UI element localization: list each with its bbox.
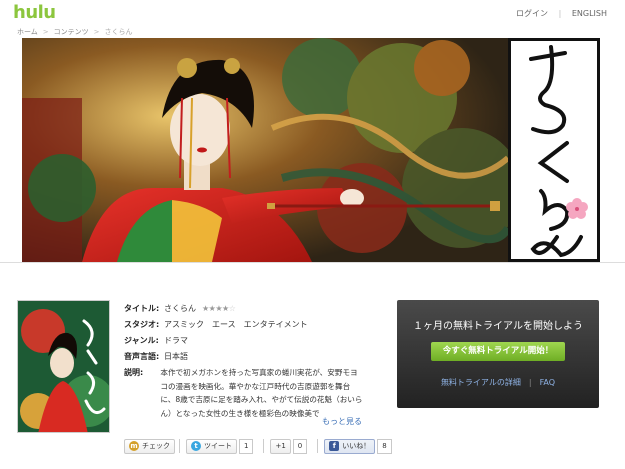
description-label: 説明: [124, 368, 144, 377]
audio-label: 音声言語: [124, 351, 160, 361]
title-value: さくらん [164, 303, 196, 313]
hero-image [22, 38, 508, 262]
breadcrumb-home[interactable]: ホーム [17, 28, 38, 36]
star-icon: ★★★★ [202, 303, 229, 313]
genre-row: ジャンル: ドラマ [124, 332, 364, 348]
gplus-label: +1 [275, 442, 286, 450]
audio-value: 日本語 [164, 351, 188, 361]
like-count: 8 [377, 438, 392, 454]
audio-row: 音声言語: 日本語 [124, 348, 364, 364]
studio-label: スタジオ: [124, 319, 160, 329]
title-label: タイトル: [124, 303, 160, 313]
gplus-button[interactable]: +1 [270, 438, 291, 454]
description-row: 説明: 本作で初メガホンを持った写真家の蜷川実花が、安野モヨコの漫画を映画化。華… [124, 366, 364, 421]
breadcrumb-content[interactable]: コンテンツ [54, 28, 89, 36]
description-text: 本作で初メガホンを持った写真家の蜷川実花が、安野モヨコの漫画を映画化。華やかな江… [160, 368, 363, 418]
free-trial-box: １ヶ月の無料トライアルを開始しよう 今すぐ無料トライアル開始！ 無料トライアルの… [397, 300, 599, 408]
check-label: チェック [142, 442, 170, 450]
login-link[interactable]: ログイン [516, 8, 548, 19]
divider [317, 439, 319, 453]
title-details: タイトル: さくらん ★★★★☆ スタジオ: アスミック エース エンタテイメン… [124, 300, 364, 421]
divider [179, 439, 180, 453]
start-trial-button[interactable]: 今すぐ無料トライアル開始！ [431, 342, 565, 361]
more-link[interactable]: もっと見る [322, 416, 362, 427]
breadcrumb-separator: > [42, 28, 49, 36]
header-nav: ログイン | ENGLISH [516, 8, 607, 19]
hero-banner [22, 38, 600, 262]
language-link[interactable]: ENGLISH [572, 9, 607, 18]
rating-stars[interactable]: ★★★★☆ [202, 303, 236, 313]
studio-row: スタジオ: アスミック エース エンタテイメント [124, 316, 364, 332]
trial-details-link[interactable]: 無料トライアルの詳細 [441, 378, 521, 387]
gplus-count: 0 [292, 438, 308, 454]
facebook-like-button[interactable]: f いいね！ [324, 438, 376, 454]
trial-heading: １ヶ月の無料トライアルを開始しよう [413, 321, 583, 332]
nav-separator: | [558, 9, 562, 18]
breadcrumb: ホーム > コンテンツ > さくらん [17, 27, 133, 37]
divider [263, 439, 265, 453]
star-empty-icon: ☆ [228, 303, 236, 313]
site-header: hulu ログイン | ENGLISH [0, 0, 625, 24]
tweet-label: ツイート [204, 442, 232, 450]
hulu-logo[interactable]: hulu [13, 2, 56, 23]
social-bar: m チェック t ツイート 1 +1 0 f いいね！ 8 [124, 437, 402, 455]
title-row: タイトル: さくらん ★★★★☆ [124, 300, 364, 316]
tweet-button[interactable]: t ツイート [186, 438, 237, 454]
trial-links: 無料トライアルの詳細 | FAQ [397, 377, 599, 388]
poster-thumbnail[interactable] [17, 300, 110, 433]
facebook-icon: f [329, 441, 340, 451]
poster-image [18, 301, 109, 432]
calligraphy-logo [529, 45, 588, 258]
studio-value: アスミック エース エンタテイメント [164, 319, 308, 329]
genre-label: ジャンル: [124, 335, 159, 345]
mixi-icon: m [129, 441, 139, 451]
breadcrumb-separator: > [93, 28, 100, 36]
link-separator: | [528, 378, 532, 387]
tweet-count: 1 [239, 438, 254, 454]
divider [0, 262, 625, 263]
hulu-title-page: hulu ログイン | ENGLISH ホーム > コンテンツ > さくらん タ… [0, 0, 625, 469]
like-label: いいね！ [342, 442, 371, 450]
faq-link[interactable]: FAQ [540, 378, 556, 387]
twitter-bird-icon: t [191, 441, 201, 451]
mixi-check-button[interactable]: m チェック [124, 438, 175, 454]
breadcrumb-current: さくらん [104, 28, 133, 36]
genre-value: ドラマ [164, 335, 188, 345]
title-calligraphy-panel [508, 38, 600, 262]
